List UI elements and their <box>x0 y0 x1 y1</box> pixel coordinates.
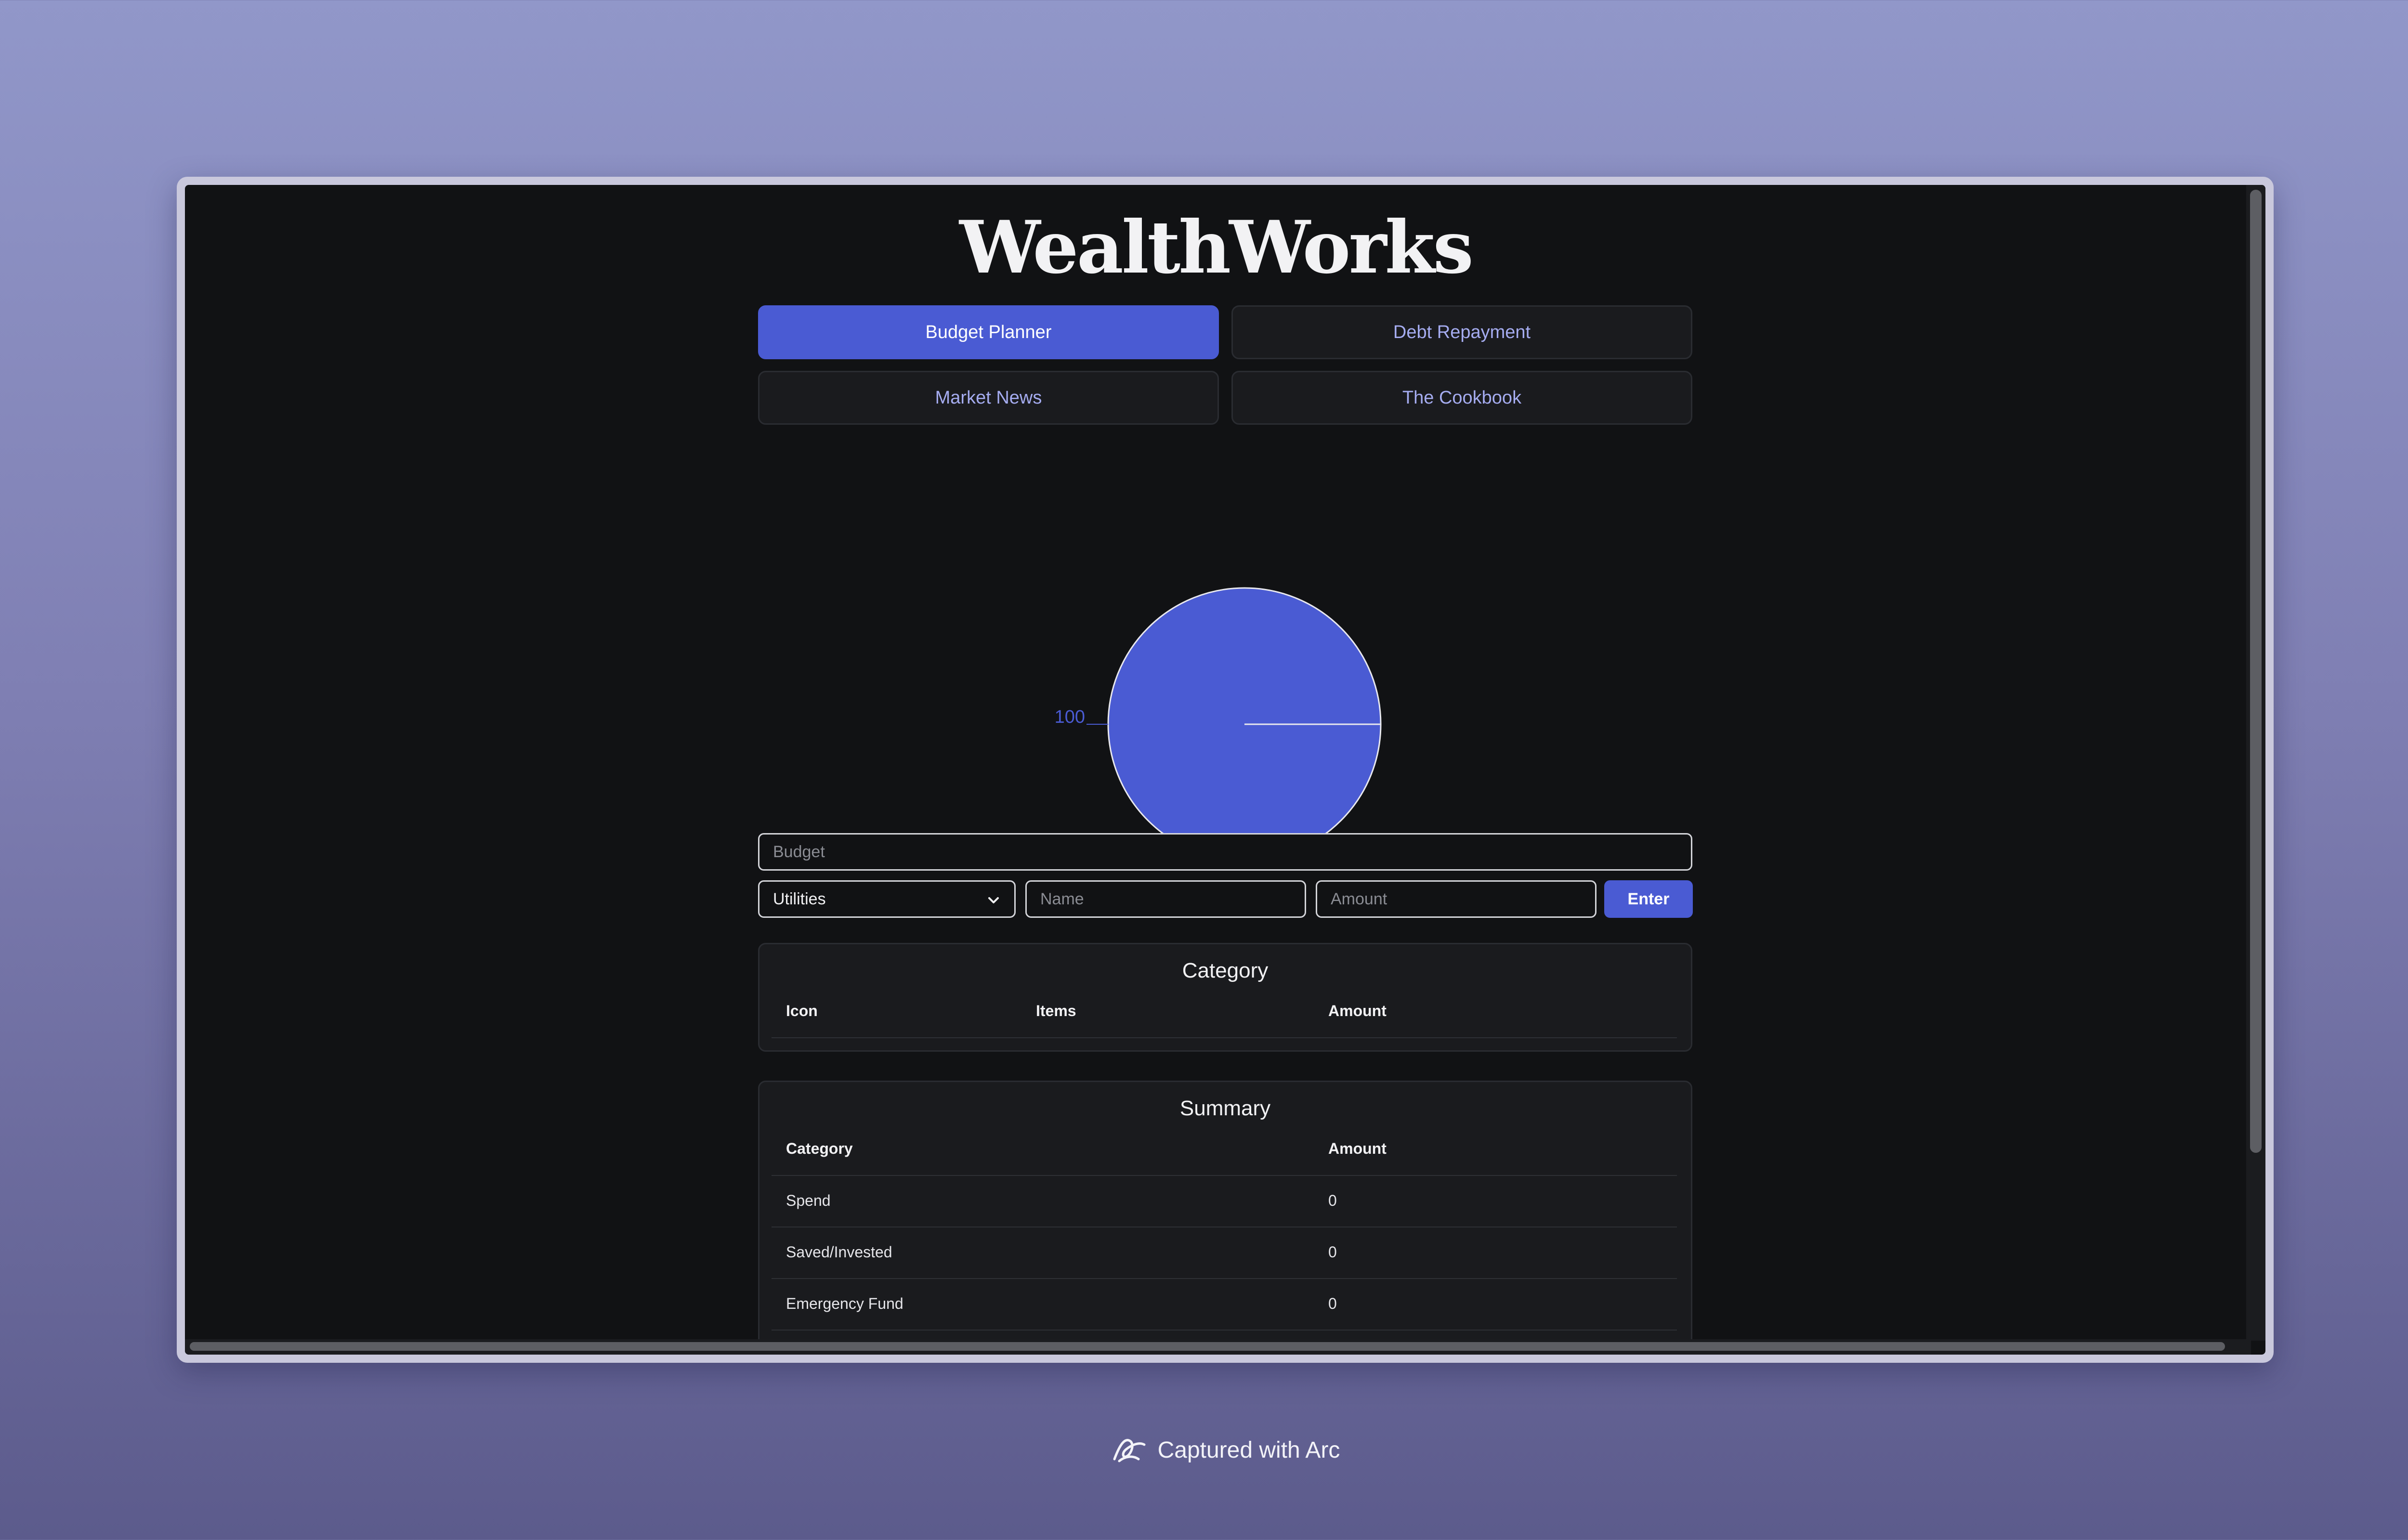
tab-market-news[interactable]: Market News <box>758 371 1219 425</box>
table-divider <box>772 1330 1677 1331</box>
row-amount: 0 <box>1328 1243 1337 1261</box>
row-category: Spend <box>786 1192 831 1209</box>
arc-logo-icon <box>1113 1439 1146 1462</box>
row-amount: 0 <box>1328 1295 1337 1312</box>
name-input[interactable] <box>1025 880 1306 918</box>
column-header-items: Items <box>1036 1002 1076 1019</box>
row-amount: 0 <box>1328 1192 1337 1209</box>
column-header-amount: Amount <box>1328 1140 1387 1157</box>
summary-card-title: Summary <box>1179 1096 1271 1120</box>
tab-debt-repayment[interactable]: Debt Repayment <box>1231 305 1692 359</box>
capture-caption: Captured with Arc <box>0 1433 2408 1467</box>
category-card: Category Icon Items Amount <box>758 943 1692 1052</box>
column-header-icon: Icon <box>786 1002 818 1019</box>
vertical-scrollbar-thumb[interactable] <box>2250 190 2262 1153</box>
column-header-amount: Amount <box>1328 1002 1387 1019</box>
app-title: WealthWorks <box>959 205 1474 290</box>
horizontal-scrollbar[interactable] <box>185 1339 2251 1355</box>
tab-the-cookbook[interactable]: The Cookbook <box>1231 371 1692 425</box>
category-select[interactable]: Utilities <box>758 880 1016 918</box>
enter-button[interactable]: Enter <box>1604 880 1693 918</box>
column-header-category: Category <box>786 1140 853 1157</box>
category-select-value: Utilities <box>773 889 826 908</box>
page-viewport: WealthWorks Budget Planner Debt Repaymen… <box>185 185 2265 1355</box>
browser-window: WealthWorks Budget Planner Debt Repaymen… <box>177 177 2274 1363</box>
capture-caption-text: Captured with Arc <box>1157 1437 1340 1463</box>
table-divider <box>772 1278 1677 1279</box>
pie-slice-label: 100 <box>1055 707 1085 727</box>
summary-card: Summary Category Amount Spend 0 Saved/In… <box>758 1081 1692 1355</box>
amount-input[interactable] <box>1316 880 1597 918</box>
category-card-title: Category <box>1182 959 1269 982</box>
budget-input[interactable] <box>758 833 1692 871</box>
vertical-scrollbar[interactable] <box>2246 185 2265 1341</box>
horizontal-scrollbar-thumb[interactable] <box>190 1342 2225 1351</box>
page-content: WealthWorks Budget Planner Debt Repaymen… <box>185 185 2246 1355</box>
chevron-down-icon <box>988 897 999 903</box>
table-divider <box>772 1175 1677 1176</box>
row-category: Saved/Invested <box>786 1243 892 1261</box>
row-category: Emergency Fund <box>786 1295 903 1312</box>
tab-budget-planner[interactable]: Budget Planner <box>758 305 1219 359</box>
table-divider <box>772 1037 1677 1038</box>
